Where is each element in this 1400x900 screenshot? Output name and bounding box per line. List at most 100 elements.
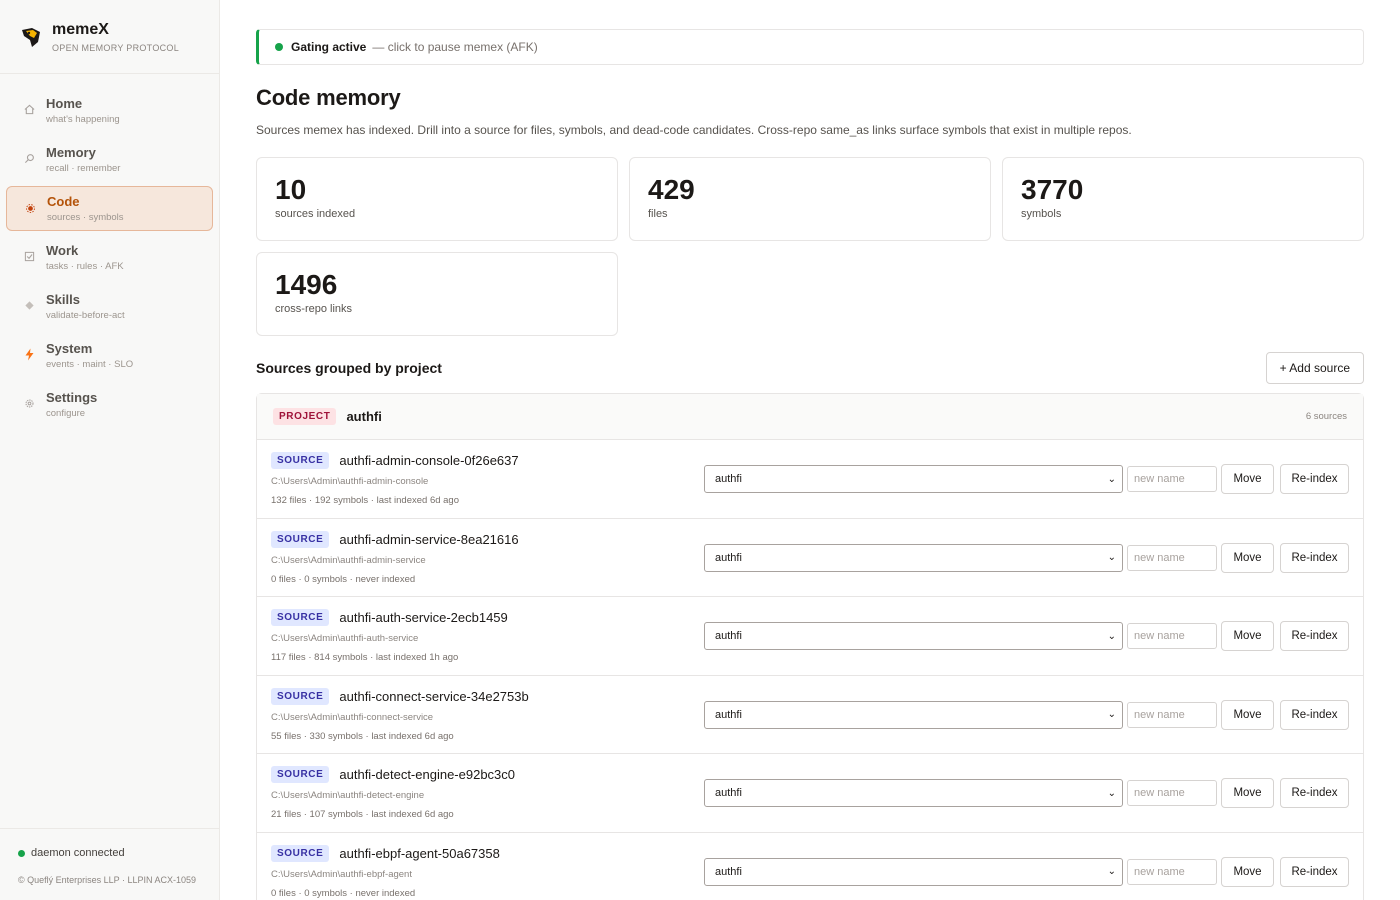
project-select-value: authfi [715, 865, 742, 878]
sidebar-item-settings[interactable]: Settings configure [6, 382, 213, 427]
sidebar-item-sub: configure [46, 408, 86, 419]
reindex-button[interactable]: Re-index [1280, 542, 1349, 573]
sidebar-item-sub: events · maint · SLO [46, 359, 134, 370]
sidebar-item-label: Home [46, 96, 83, 111]
source-name[interactable]: authfi-ebpf-agent-50a67358 [339, 846, 499, 861]
chevron-down-icon: ⌄ [1107, 552, 1116, 563]
sidebar-item-label: Work [46, 243, 79, 258]
sidebar-footer: daemon connected © Queflý Enterprises LL… [0, 828, 219, 900]
source-meta: 117 files · 814 symbols · last indexed 1… [271, 652, 459, 663]
source-row: SOURCE authfi-auth-service-2ecb1459 C:\U… [257, 597, 1363, 676]
chevron-down-icon: ⌄ [1107, 787, 1116, 799]
gating-hint: — click to pause memex (AFK) [372, 40, 538, 54]
source-tag: SOURCE [271, 687, 330, 705]
gating-banner[interactable]: Gating active — click to pause memex (AF… [256, 29, 1364, 65]
status-dot-icon [18, 849, 25, 857]
move-button[interactable]: Move [1221, 542, 1274, 573]
source-name[interactable]: authfi-detect-engine-e92bc3c0 [339, 767, 515, 782]
sidebar-item-label: System [46, 341, 93, 356]
new-name-input[interactable] [1127, 780, 1217, 806]
source-controls: authfi ⌄ Move Re-index [704, 542, 1349, 573]
sidebar-item-work[interactable]: Work tasks · rules · AFK [6, 235, 213, 280]
project-header: PROJECT authfi 6 sources [257, 394, 1363, 440]
sources-section-header: Sources grouped by project + Add source [256, 352, 1364, 384]
source-tag: SOURCE [271, 452, 330, 469]
project-name: authfi [346, 409, 382, 424]
sidebar-item-code[interactable]: Code sources · symbols [6, 186, 213, 231]
project-select[interactable]: authfi ⌄ [704, 700, 1123, 729]
sidebar-item-home[interactable]: Home what's happening [6, 88, 213, 133]
source-tag: SOURCE [271, 609, 330, 626]
reindex-button[interactable]: Re-index [1280, 699, 1349, 730]
gating-label: Gating active [291, 40, 367, 54]
stat-card-files: 429 files [629, 157, 991, 241]
source-controls: authfi ⌄ Move Re-index [704, 464, 1349, 494]
source-name[interactable]: authfi-admin-service-8ea21616 [339, 532, 518, 547]
source-controls: authfi ⌄ Move Re-index [704, 699, 1349, 730]
source-tag: SOURCE [271, 766, 330, 783]
stat-label: sources indexed [275, 208, 356, 220]
stat-label: cross-repo links [275, 303, 353, 315]
stat-card-sources: 10 sources indexed [256, 157, 618, 241]
source-row: SOURCE authfi-detect-engine-e92bc3c0 C:\… [257, 754, 1363, 833]
copyright: © Queflý Enterprises LLP · LLPIN ACX-105… [18, 875, 197, 885]
move-button[interactable]: Move [1221, 856, 1274, 887]
sidebar-item-sub: tasks · rules · AFK [46, 261, 124, 272]
stat-value: 3770 [1021, 174, 1084, 205]
new-name-input[interactable] [1127, 544, 1217, 571]
move-button[interactable]: Move [1221, 621, 1274, 651]
page-title: Code memory [256, 85, 401, 110]
checkbox-icon [22, 249, 36, 263]
sidebar-item-sub: sources · symbols [47, 212, 124, 223]
source-row: SOURCE authfi-connect-service-34e2753b C… [257, 676, 1363, 754]
section-title: Sources grouped by project [256, 360, 442, 376]
reindex-button[interactable]: Re-index [1280, 778, 1349, 808]
home-icon [22, 102, 36, 116]
source-row: SOURCE authfi-admin-service-8ea21616 C:\… [257, 519, 1363, 597]
sidebar-item-label: Memory [46, 145, 96, 160]
new-name-input[interactable] [1127, 466, 1217, 492]
lightning-icon [22, 347, 36, 361]
stat-label: files [648, 208, 668, 220]
sidebar-item-label: Settings [46, 390, 98, 405]
reindex-button[interactable]: Re-index [1280, 856, 1349, 887]
brand[interactable]: memeX OPEN MEMORY PROTOCOL [0, 0, 219, 74]
project-select[interactable]: authfi ⌄ [704, 779, 1123, 807]
diamond-icon [22, 298, 36, 312]
sidebar-item-system[interactable]: System events · maint · SLO [6, 333, 213, 378]
project-select-value: authfi [715, 473, 742, 485]
add-source-button[interactable]: + Add source [1265, 352, 1364, 384]
project-select[interactable]: authfi ⌄ [704, 622, 1123, 650]
move-button[interactable]: Move [1221, 699, 1274, 730]
reindex-button[interactable]: Re-index [1280, 621, 1349, 651]
reindex-button[interactable]: Re-index [1280, 464, 1349, 494]
stat-card-cross-repo-links: 1496 cross-repo links [256, 252, 618, 336]
sidebar: memeX OPEN MEMORY PROTOCOL Home what's ha… [0, 0, 220, 900]
source-row: SOURCE authfi-admin-console-0f26e637 C:\… [257, 440, 1363, 519]
project-group: PROJECT authfi 6 sources SOURCE authfi-a… [256, 393, 1364, 900]
sidebar-item-memory[interactable]: Memory recall · remember [6, 137, 213, 182]
project-select[interactable]: authfi ⌄ [704, 465, 1123, 493]
source-meta: 132 files · 192 symbols · last indexed 6… [271, 495, 459, 506]
project-select[interactable]: authfi ⌄ [704, 543, 1123, 572]
stat-value: 1496 [275, 269, 338, 300]
new-name-input[interactable] [1127, 701, 1217, 728]
new-name-input[interactable] [1127, 623, 1217, 649]
source-name[interactable]: authfi-admin-console-0f26e637 [339, 453, 518, 468]
new-name-input[interactable] [1127, 858, 1217, 885]
move-button[interactable]: Move [1221, 464, 1274, 494]
source-tag: SOURCE [271, 530, 330, 548]
sidebar-nav: Home what's happening Memory recall · reme… [0, 74, 219, 427]
source-name[interactable]: authfi-connect-service-34e2753b [339, 689, 528, 704]
project-select[interactable]: authfi ⌄ [704, 857, 1123, 886]
gear-icon [22, 396, 36, 410]
chevron-down-icon: ⌄ [1107, 630, 1116, 642]
page-description: Sources memex has indexed. Drill into a … [256, 123, 1132, 137]
source-name[interactable]: authfi-auth-service-2ecb1459 [339, 610, 507, 625]
daemon-status: daemon connected [18, 847, 219, 859]
sidebar-item-label: Skills [46, 292, 80, 307]
move-button[interactable]: Move [1221, 778, 1274, 808]
project-select-value: authfi [715, 551, 742, 564]
sidebar-item-skills[interactable]: Skills validate-before-act [6, 284, 213, 329]
source-list: SOURCE authfi-admin-console-0f26e637 C:\… [257, 440, 1363, 900]
